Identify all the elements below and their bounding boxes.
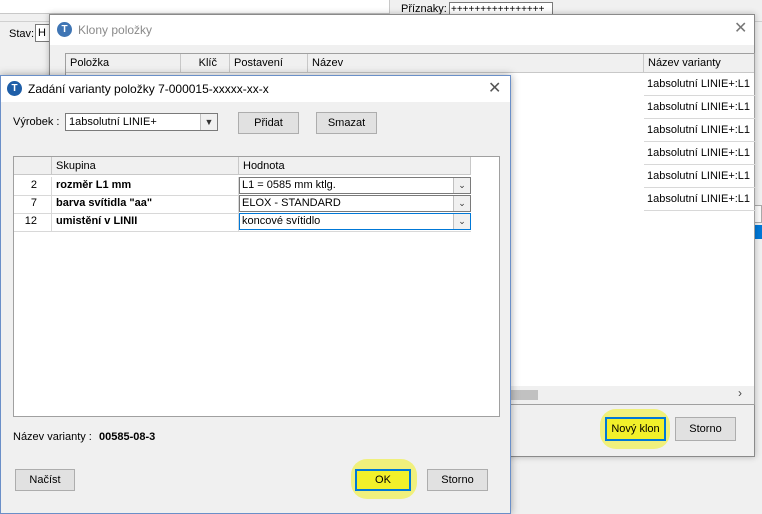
klony-row[interactable]: 1absolutní LINIE+:L1	[644, 142, 756, 165]
row-skupina: barva svítidla "aa"	[52, 195, 239, 213]
chevron-down-icon[interactable]: ⌄	[453, 178, 470, 193]
row-hodnota-cell: koncové svítidlo ⌄	[239, 213, 471, 231]
ok-button[interactable]: OK	[355, 469, 411, 491]
novy-klon-button[interactable]: Nový klon	[605, 417, 666, 441]
hodnota-select-active[interactable]: koncové svítidlo ⌄	[239, 213, 471, 230]
table-row[interactable]: 7 barva svítidla "aa" ELOX - STANDARD ⌄	[14, 195, 471, 214]
row-number: 2	[14, 177, 52, 195]
variant-grid-header: Skupina Hodnota	[14, 157, 471, 175]
variant-grid: Skupina Hodnota 2 rozměr L1 mm L1 = 0585…	[13, 156, 500, 417]
col-klic[interactable]: Klíč	[181, 54, 230, 73]
klony-titlebar	[50, 15, 754, 45]
row-skupina: rozměr L1 mm	[52, 177, 239, 195]
nazev-varianty-value: 00585-08-3	[99, 431, 156, 443]
hodnota-select[interactable]: L1 = 0585 mm ktlg. ⌄	[239, 177, 471, 194]
row-hodnota-cell: ELOX - STANDARD ⌄	[239, 195, 471, 213]
col-number	[14, 157, 52, 175]
zadani-varianty-dialog: T Zadání varianty položky 7-000015-xxxxx…	[0, 75, 511, 514]
row-hodnota-cell: L1 = 0585 mm ktlg. ⌄	[239, 177, 471, 195]
dialog-title: Zadání varianty položky 7-000015-xxxxx-x…	[28, 82, 269, 96]
klony-row[interactable]: 1absolutní LINIE+:L1	[644, 165, 756, 188]
klony-row[interactable]: 1absolutní LINIE+:L1	[644, 188, 756, 211]
vyrobek-value: 1absolutní LINIE+	[69, 116, 157, 128]
col-postaveni[interactable]: Postavení	[230, 54, 308, 73]
nazev-varianty-label: Název varianty :	[13, 431, 92, 443]
klony-title: Klony položky	[78, 23, 153, 37]
main-window-header-panel	[0, 0, 390, 14]
klony-close-icon[interactable]: ✕	[734, 21, 747, 37]
klony-grid-header: Položka Klíč Postavení Název Název varia…	[66, 54, 754, 73]
chevron-down-icon[interactable]: ⌄	[453, 214, 470, 229]
vyrobek-select[interactable]: 1absolutní LINIE+ ▼	[65, 113, 218, 131]
klony-row[interactable]: 1absolutní LINIE+:L1	[644, 73, 756, 96]
scroll-right-icon[interactable]: ›	[738, 386, 742, 400]
dialog-close-icon[interactable]: ✕	[488, 81, 501, 97]
table-row[interactable]: 2 rozměr L1 mm L1 = 0585 mm ktlg. ⌄	[14, 177, 471, 196]
klony-storno-button[interactable]: Storno	[675, 417, 736, 441]
col-nazev-varianty[interactable]: Název varianty	[644, 54, 754, 73]
nacist-button[interactable]: Načíst	[15, 469, 75, 491]
app-logo-icon: T	[7, 81, 22, 96]
chevron-down-icon[interactable]: ⌄	[453, 196, 470, 211]
hodnota-value: koncové svítidlo	[242, 215, 321, 227]
row-number: 7	[14, 195, 52, 213]
hodnota-value: ELOX - STANDARD	[242, 197, 341, 209]
vyrobek-label: Výrobek :	[13, 116, 60, 128]
smazat-button[interactable]: Smazat	[316, 112, 377, 134]
chevron-down-icon[interactable]: ▼	[200, 114, 217, 130]
col-polozka[interactable]: Položka	[66, 54, 181, 73]
app-logo-icon: T	[57, 22, 72, 37]
stav-label: Stav:	[9, 28, 35, 40]
row-number: 12	[14, 213, 52, 231]
dialog-storno-button[interactable]: Storno	[427, 469, 488, 491]
col-skupina[interactable]: Skupina	[52, 157, 239, 175]
hodnota-value: L1 = 0585 mm ktlg.	[242, 179, 336, 191]
row-skupina: umistění v LINII	[52, 213, 239, 231]
table-row[interactable]: 12 umistění v LINII koncové svítidlo ⌄	[14, 213, 471, 232]
col-nazev[interactable]: Název	[308, 54, 644, 73]
pridat-button[interactable]: Přidat	[238, 112, 299, 134]
klony-row[interactable]: 1absolutní LINIE+:L1	[644, 96, 756, 119]
klony-row[interactable]: 1absolutní LINIE+:L1	[644, 119, 756, 142]
hodnota-select[interactable]: ELOX - STANDARD ⌄	[239, 195, 471, 212]
col-hodnota[interactable]: Hodnota	[239, 157, 471, 175]
